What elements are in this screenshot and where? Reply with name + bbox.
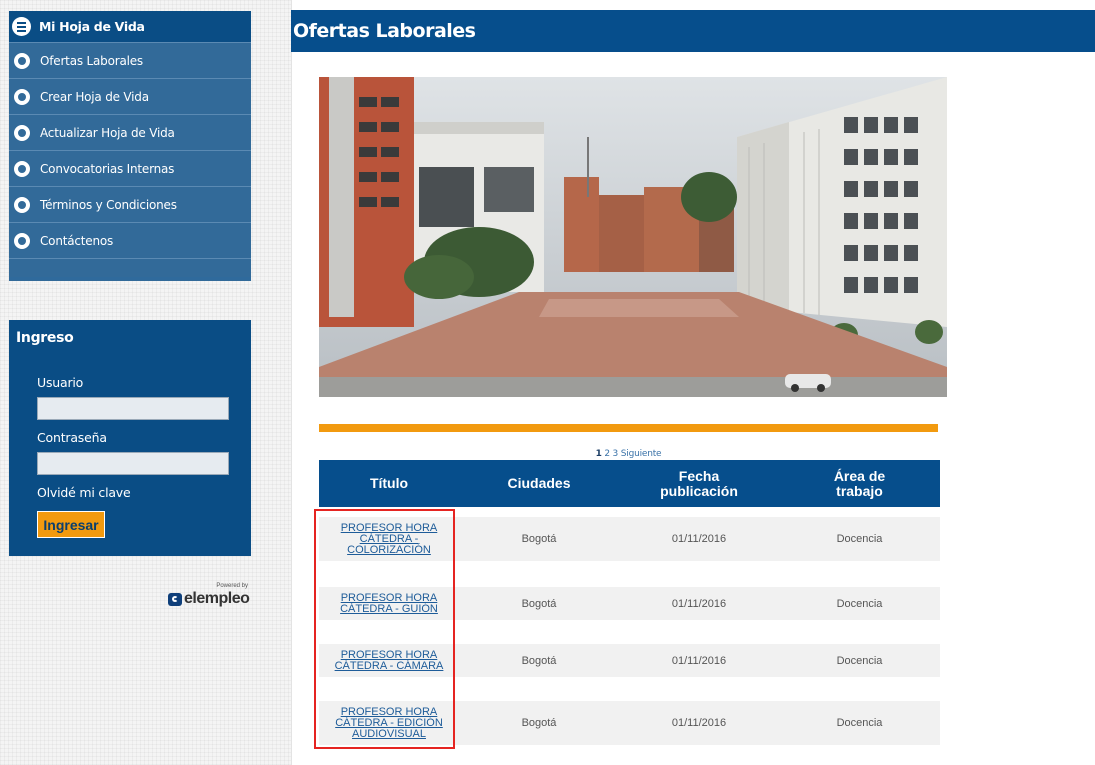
circle-bullet-icon <box>14 124 30 141</box>
page-2[interactable]: 2 <box>604 449 610 459</box>
login-button[interactable]: Ingresar <box>37 511 105 538</box>
circle-bullet-icon <box>14 232 30 249</box>
powered-by-logo[interactable]: Powered by elempleo <box>168 583 250 607</box>
sidebar-item-contactenos[interactable]: Contáctenos <box>9 222 251 258</box>
powered-by-text: Powered by <box>216 583 248 589</box>
cell-title: PROFESOR HORA CÁTEDRA - EDICIÓN AUDIOVIS… <box>319 701 459 745</box>
column-header-fecha: Fecha publicación <box>619 460 779 507</box>
next-page-link[interactable]: Siguiente <box>621 449 662 459</box>
password-label: Contraseña <box>37 430 107 445</box>
sidebar-item-crear-hoja-de-vida[interactable]: Crear Hoja de Vida <box>9 78 251 114</box>
sidebar-item-label: Crear Hoja de Vida <box>40 89 149 104</box>
job-title-link[interactable]: PROFESOR HORA CÁTEDRA - CÁMARA <box>334 649 444 672</box>
column-header-ciudades: Ciudades <box>459 460 619 507</box>
job-title-link[interactable]: PROFESOR HORA CÁTEDRA - EDICIÓN AUDIOVIS… <box>334 706 444 740</box>
sidebar-item-label: Convocatorias Internas <box>40 161 175 176</box>
cell-title: PROFESOR HORA CÁTEDRA - GUIÓN <box>319 587 459 620</box>
column-header-area: Área de trabajo <box>779 460 940 507</box>
login-panel: Ingreso Usuario Contraseña Olvidé mi cla… <box>9 320 251 556</box>
job-title-link[interactable]: PROFESOR HORA CÁTEDRA - GUIÓN <box>334 592 444 615</box>
page-1[interactable]: 1 <box>596 449 602 459</box>
username-field[interactable] <box>37 397 229 420</box>
cell-date: 01/11/2016 <box>619 517 779 561</box>
password-field[interactable] <box>37 452 229 475</box>
sidebar-item-ofertas-laborales[interactable]: Ofertas Laborales <box>9 42 251 78</box>
table-row: PROFESOR HORA CÁTEDRA - EDICIÓN AUDIOVIS… <box>319 701 940 745</box>
cell-city: Bogotá <box>459 587 619 620</box>
table-row: PROFESOR HORA CÁTEDRA - CÁMARA Bogotá 01… <box>319 644 940 677</box>
cell-title: PROFESOR HORA CÁTEDRA - COLORIZACIÓN <box>319 517 459 561</box>
sidebar-item-label: Términos y Condiciones <box>40 197 177 212</box>
circle-bullet-icon <box>14 196 30 213</box>
campus-illustration <box>319 77 947 397</box>
cell-area: Docencia <box>779 644 940 677</box>
elempleo-brand: elempleo <box>184 590 250 607</box>
sidebar-divider <box>9 277 251 280</box>
forgot-password-link[interactable]: Olvidé mi clave <box>37 485 131 500</box>
cell-date: 01/11/2016 <box>619 644 779 677</box>
sidebar-item-terminos-y-condiciones[interactable]: Términos y Condiciones <box>9 186 251 222</box>
sidebar-item-convocatorias-internas[interactable]: Convocatorias Internas <box>9 150 251 186</box>
cv-menu: Mi Hoja de Vida Ofertas Laborales Crear … <box>9 11 251 281</box>
cell-area: Docencia <box>779 587 940 620</box>
row-spacer <box>319 561 940 587</box>
cell-city: Bogotá <box>459 644 619 677</box>
campus-photo <box>319 77 947 397</box>
cell-area: Docencia <box>779 517 940 561</box>
page-title-bar: Ofertas Laborales <box>291 10 1095 52</box>
sidebar-item-label: Contáctenos <box>40 233 114 248</box>
cell-title: PROFESOR HORA CÁTEDRA - CÁMARA <box>319 644 459 677</box>
table-row: PROFESOR HORA CÁTEDRA - COLORIZACIÓN Bog… <box>319 517 940 561</box>
orange-divider <box>319 424 938 432</box>
menu-header: Mi Hoja de Vida <box>9 11 251 42</box>
cell-area: Docencia <box>779 701 940 745</box>
row-spacer <box>319 677 940 701</box>
login-title: Ingreso <box>16 330 74 346</box>
circle-bullet-icon <box>14 52 30 69</box>
page-3[interactable]: 3 <box>613 449 619 459</box>
job-title-link[interactable]: PROFESOR HORA CÁTEDRA - COLORIZACIÓN <box>334 522 444 556</box>
circle-bullet-icon <box>14 160 30 177</box>
sidebar-item-actualizar-hoja-de-vida[interactable]: Actualizar Hoja de Vida <box>9 114 251 150</box>
sidebar: Mi Hoja de Vida Ofertas Laborales Crear … <box>0 0 292 765</box>
job-offers-table: Título Ciudades Fecha publicación Área d… <box>319 460 940 745</box>
pagination: 1 2 3 Siguiente <box>319 449 938 459</box>
circle-bullet-icon <box>14 88 30 105</box>
table-header-row: Título Ciudades Fecha publicación Área d… <box>319 460 940 507</box>
column-header-fecha-label: Fecha publicación <box>660 467 738 499</box>
table-row: PROFESOR HORA CÁTEDRA - GUIÓN Bogotá 01/… <box>319 587 940 620</box>
menu-title: Mi Hoja de Vida <box>39 19 145 34</box>
row-spacer <box>319 620 940 644</box>
cell-city: Bogotá <box>459 701 619 745</box>
sidebar-item-label: Actualizar Hoja de Vida <box>40 125 175 140</box>
column-header-titulo: Título <box>319 460 459 507</box>
elempleo-logo-icon <box>168 593 182 606</box>
cell-date: 01/11/2016 <box>619 701 779 745</box>
column-header-area-label: Área de trabajo <box>833 467 886 499</box>
username-label: Usuario <box>37 375 84 390</box>
sidebar-item-label: Ofertas Laborales <box>40 53 143 68</box>
row-spacer <box>319 507 940 517</box>
cell-date: 01/11/2016 <box>619 587 779 620</box>
menu-list-icon <box>12 17 31 36</box>
page-title: Ofertas Laborales <box>293 20 476 42</box>
cell-city: Bogotá <box>459 517 619 561</box>
